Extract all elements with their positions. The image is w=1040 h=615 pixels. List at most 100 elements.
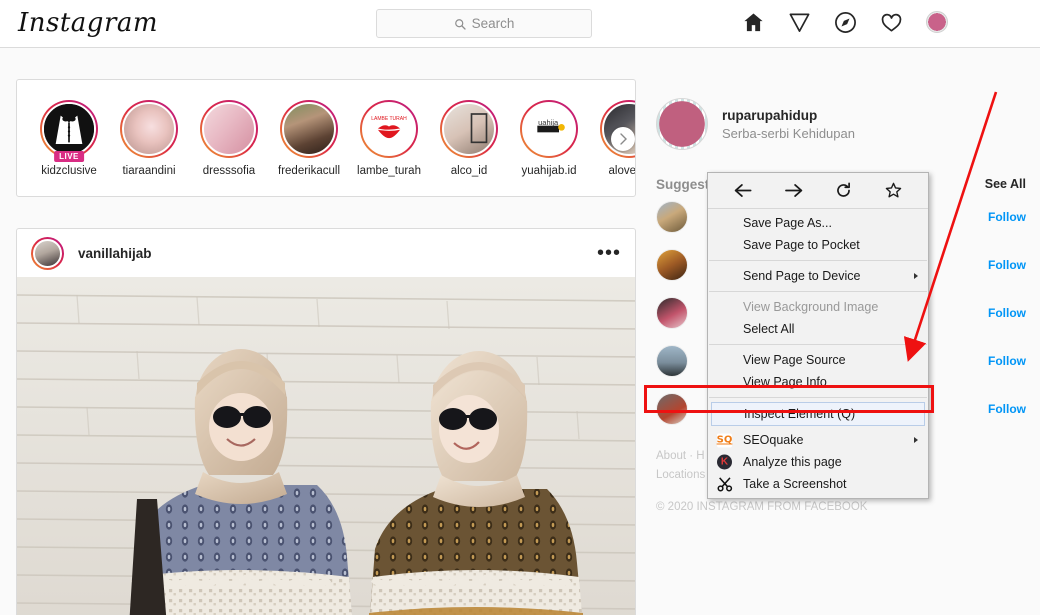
instagram-top-navbar: Instagram Search <box>0 0 1040 48</box>
menu-item-inspect-element[interactable]: Inspect Element (Q) <box>711 402 925 426</box>
search-icon <box>454 18 466 30</box>
story-item[interactable]: frederikacull <box>269 99 349 177</box>
menu-item-save-page-as[interactable]: Save Page As... <box>708 212 928 234</box>
browser-context-menu[interactable]: Save Page As... Save Page to Pocket Send… <box>707 172 929 499</box>
menu-item-take-a-screenshot[interactable]: Take a Screenshot <box>708 473 928 495</box>
menu-item-label: View Background Image <box>743 300 879 314</box>
menu-item-label: Inspect Element (Q) <box>744 407 856 421</box>
menu-item-label: Select All <box>743 322 795 336</box>
story-username: yuahijab.id <box>521 164 577 177</box>
story-item[interactable]: uahija yuahijab.id <box>509 99 589 177</box>
story-thumbnail <box>202 101 256 156</box>
story-username: lambe_turah <box>357 164 421 177</box>
story-thumbnail: LAMBE TURAH <box>362 101 416 156</box>
svg-text:LAMBE TURAH: LAMBE TURAH <box>371 115 407 121</box>
menu-item-save-page-to-pocket[interactable]: Save Page to Pocket <box>708 234 928 256</box>
story-thumbnail: uahija <box>522 101 576 156</box>
explore-icon[interactable] <box>832 9 858 35</box>
reload-icon[interactable] <box>830 179 856 203</box>
current-user-fullname: Serba-serbi Kehidupan <box>722 125 855 141</box>
story-username: frederikacull <box>278 164 340 177</box>
svg-text:uahija: uahija <box>538 117 559 126</box>
search-placeholder: Search <box>471 16 515 31</box>
back-icon[interactable] <box>730 179 756 203</box>
avatar[interactable] <box>656 297 688 329</box>
footer-copyright: © 2020 INSTAGRAM FROM FACEBOOK <box>656 501 868 513</box>
menu-item-analyze-this-page[interactable]: K Analyze this page <box>708 451 928 473</box>
search-input[interactable]: Search <box>376 9 592 38</box>
bookmark-star-icon[interactable] <box>880 179 906 203</box>
story-thumbnail <box>122 101 176 156</box>
follow-button[interactable]: Follow <box>988 402 1026 416</box>
menu-item-seoquake[interactable]: SQ SEOquake <box>708 429 928 451</box>
menu-item-label: Save Page As... <box>743 216 832 230</box>
story-thumbnail <box>282 101 336 156</box>
avatar <box>33 238 62 268</box>
nav-icon-group <box>740 9 950 35</box>
story-item[interactable]: alco_id <box>429 99 509 177</box>
see-all-button[interactable]: See All <box>985 177 1026 191</box>
story-ring: LIVE <box>40 99 98 162</box>
menu-item-label: SEOquake <box>743 433 804 447</box>
avatar <box>926 11 948 33</box>
post-image[interactable] <box>17 277 635 615</box>
menu-item-label: View Page Source <box>743 353 846 367</box>
home-icon[interactable] <box>740 9 766 35</box>
direct-messages-icon[interactable] <box>786 9 812 35</box>
story-ring <box>120 99 178 158</box>
post-author-username[interactable]: vanillahijab <box>78 246 152 261</box>
follow-button[interactable]: Follow <box>988 258 1026 272</box>
story-item[interactable]: LIVE kidzclusive <box>29 99 109 177</box>
current-user-card[interactable]: ruparupahidup Serba-serbi Kehidupan <box>656 95 1026 153</box>
submenu-arrow-icon <box>914 437 918 443</box>
menu-separator <box>709 260 927 261</box>
story-ring: uahija <box>520 99 578 158</box>
activity-heart-icon[interactable] <box>878 9 904 35</box>
menu-separator <box>709 291 927 292</box>
tuxedo-logo-icon <box>44 103 94 154</box>
story-ring <box>440 99 498 158</box>
menu-item-view-page-info[interactable]: View Page Info <box>708 371 928 393</box>
stories-tray[interactable]: LIVE kidzclusive tiaraandini dresssofia … <box>16 79 636 197</box>
story-item[interactable]: LAMBE TURAH lambe_turah <box>349 99 429 177</box>
follow-button[interactable]: Follow <box>988 306 1026 320</box>
story-item[interactable]: tiaraandini <box>109 99 189 177</box>
follow-button[interactable]: Follow <box>988 354 1026 368</box>
avatar[interactable] <box>656 201 688 233</box>
live-badge: LIVE <box>54 150 84 162</box>
profile-avatar[interactable] <box>924 9 950 35</box>
menu-separator <box>709 344 927 345</box>
avatar[interactable] <box>656 393 688 425</box>
story-ring <box>200 99 258 158</box>
feed-post: vanillahijab ••• <box>16 228 636 615</box>
forward-icon[interactable] <box>780 179 806 203</box>
story-item[interactable]: dresssofia <box>189 99 269 177</box>
chevron-right-icon <box>619 133 627 145</box>
menu-item-label: Take a Screenshot <box>743 477 847 491</box>
menu-separator <box>709 397 927 398</box>
context-menu-list: Save Page As... Save Page to Pocket Send… <box>708 209 928 495</box>
lips-logo-icon: LAMBE TURAH <box>364 103 414 154</box>
menu-item-view-page-source[interactable]: View Page Source <box>708 349 928 371</box>
menu-item-send-page-to-device[interactable]: Send Page to Device <box>708 265 928 287</box>
kerish-k-icon: K <box>716 454 733 471</box>
menu-item-view-background-image: View Background Image <box>708 296 928 318</box>
menu-item-select-all[interactable]: Select All <box>708 318 928 340</box>
post-author-avatar[interactable] <box>31 236 64 270</box>
avatar[interactable] <box>656 249 688 281</box>
story-username: alco_id <box>450 164 488 177</box>
instagram-logo[interactable]: Instagram <box>18 8 158 38</box>
stories-next-button[interactable] <box>611 127 635 151</box>
follow-button[interactable]: Follow <box>988 210 1026 224</box>
menu-item-label: Analyze this page <box>743 455 842 469</box>
story-ring: LAMBE TURAH <box>360 99 418 158</box>
browser-page: Instagram Search LIVE kidzclusive tiaraa… <box>0 0 1040 615</box>
post-header: vanillahijab ••• <box>17 229 635 277</box>
post-options-button[interactable]: ••• <box>597 243 621 263</box>
story-username: kidzclusive <box>41 164 97 177</box>
avatar[interactable] <box>656 345 688 377</box>
avatar[interactable] <box>656 98 708 150</box>
submenu-arrow-icon <box>914 273 918 279</box>
scissors-icon <box>716 476 733 493</box>
current-user-username[interactable]: ruparupahidup <box>722 108 855 123</box>
